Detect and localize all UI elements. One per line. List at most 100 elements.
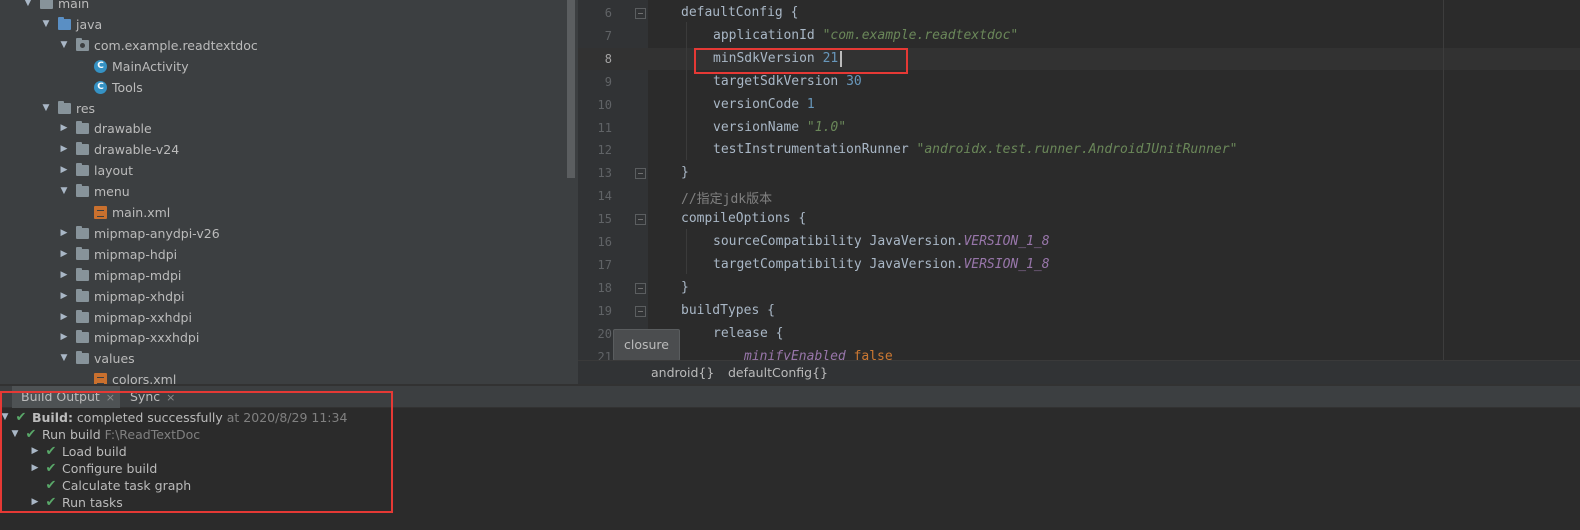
folder-res-icon: [58, 100, 71, 114]
code-line[interactable]: defaultConfig {: [681, 5, 798, 20]
tree-item[interactable]: ▶ mipmap-xxxhdpi: [58, 327, 199, 348]
folder-blue-icon: [58, 16, 71, 30]
tree-item-label: Tools: [112, 79, 143, 95]
tree-item[interactable]: colors.xml: [76, 369, 176, 384]
breadcrumb-android[interactable]: android{}: [651, 365, 714, 380]
package-icon: [76, 37, 89, 51]
tree-item-label: com.example.readtextdoc: [94, 37, 258, 53]
tree-item-label: mipmap-xhdpi: [94, 288, 185, 304]
project-tree-panel: ▼ main ▼ java ▼ com.example.readtextdoc C MainA…: [0, 0, 568, 384]
chevron-right-icon[interactable]: ▶: [58, 227, 70, 239]
fold-marker-icon[interactable]: [635, 305, 646, 317]
fold-marker-icon[interactable]: [635, 282, 646, 294]
tree-item-label: mipmap-xxxhdpi: [94, 330, 200, 346]
line-number: 9: [604, 74, 612, 89]
chevron-down-icon[interactable]: ▼: [58, 39, 70, 51]
code-line[interactable]: }: [681, 280, 689, 295]
code-token: sourceCompatibility JavaVersion.: [713, 234, 964, 249]
right-margin-guide: [1443, 0, 1444, 360]
line-number: 11: [597, 120, 612, 135]
chevron-right-icon[interactable]: ▶: [58, 248, 70, 260]
tree-item-label: java: [76, 16, 103, 32]
line-number: 13: [597, 166, 612, 181]
tree-item[interactable]: ▶ drawable-v24: [58, 139, 179, 160]
chevron-down-icon[interactable]: ▼: [40, 102, 52, 114]
folder-icon: [76, 288, 89, 302]
code-line[interactable]: }: [681, 165, 689, 180]
fold-marker-icon[interactable]: [635, 214, 646, 226]
chevron-down-icon[interactable]: ▼: [58, 353, 70, 365]
chevron-right-icon[interactable]: ▶: [58, 269, 70, 281]
closure-tooltip: closure: [613, 329, 680, 361]
tree-item[interactable]: main.xml: [76, 202, 170, 223]
chevron-right-icon[interactable]: ▶: [58, 290, 70, 302]
chevron-right-icon[interactable]: ▶: [58, 165, 70, 177]
code-line[interactable]: targetCompatibility JavaVersion.VERSION_…: [713, 257, 1050, 272]
code-line[interactable]: compileOptions {: [681, 211, 806, 226]
folder-icon: [76, 330, 89, 344]
tree-item-label: main: [58, 0, 90, 11]
code-line[interactable]: targetSdkVersion 30: [713, 74, 862, 89]
tree-item-label: values: [94, 351, 135, 367]
code-token: buildTypes {: [681, 302, 775, 318]
code-token: versionName: [713, 119, 807, 135]
code-line[interactable]: sourceCompatibility JavaVersion.VERSION_…: [713, 234, 1050, 249]
folder-icon: [76, 246, 89, 260]
line-number: 19: [597, 303, 612, 318]
code-line[interactable]: testInstrumentationRunner "androidx.test…: [713, 142, 1237, 157]
tree-item-label: menu: [94, 184, 130, 200]
tree-item[interactable]: ▼ main: [22, 0, 89, 14]
tree-item[interactable]: C Tools: [76, 77, 143, 98]
code-token: versionCode: [713, 96, 807, 112]
tree-item[interactable]: ▶ layout: [58, 160, 133, 181]
code-token: 1: [806, 96, 815, 112]
tree-scrollbar[interactable]: [567, 0, 575, 178]
code-line[interactable]: applicationId "com.example.readtextdoc": [713, 28, 1018, 43]
chevron-right-icon[interactable]: ▶: [58, 123, 70, 135]
tree-item-label: mipmap-xxhdpi: [94, 309, 192, 325]
chevron-right-icon[interactable]: ▶: [58, 311, 70, 323]
highlight-box-minsdk: [694, 48, 908, 74]
code-line[interactable]: //指定jdk版本: [681, 188, 772, 207]
code-token: 30: [846, 73, 862, 89]
tree-item[interactable]: ▼ res: [40, 98, 95, 119]
tree-item[interactable]: ▼ menu: [58, 181, 130, 202]
folder-icon: [76, 142, 89, 156]
fold-marker-icon[interactable]: [635, 8, 646, 19]
code-token: testInstrumentationRunner: [713, 142, 917, 158]
line-number: 18: [597, 280, 612, 295]
code-line[interactable]: versionName "1.0": [713, 120, 846, 135]
indent-guide: [686, 229, 687, 274]
chevron-down-icon[interactable]: ▼: [22, 0, 34, 10]
breadcrumb-defaultconfig[interactable]: defaultConfig{}: [728, 365, 828, 380]
class-icon: C: [94, 59, 107, 73]
code-token: "com.example.readtextdoc": [822, 27, 1019, 43]
chevron-right-icon[interactable]: ▶: [58, 144, 70, 156]
fold-marker-icon[interactable]: [635, 168, 646, 180]
code-token: defaultConfig {: [681, 5, 799, 20]
code-line[interactable]: buildTypes {: [681, 303, 775, 318]
code-line[interactable]: release {: [713, 326, 783, 341]
xml-file-icon: [94, 206, 107, 219]
tree-item[interactable]: ▶ mipmap-xhdpi: [58, 286, 185, 307]
tree-item[interactable]: ▼ values: [58, 348, 135, 369]
tree-item[interactable]: ▶ mipmap-xxhdpi: [58, 307, 192, 328]
line-number: 16: [597, 235, 612, 249]
code-token: VERSION_1_8: [963, 256, 1050, 272]
code-line[interactable]: versionCode 1: [713, 97, 815, 112]
tree-item[interactable]: ▶ mipmap-mdpi: [58, 265, 181, 286]
folder-icon: [76, 351, 89, 365]
line-number: 6: [604, 6, 612, 20]
code-token: applicationId: [713, 27, 823, 43]
tree-item[interactable]: ▶ mipmap-anydpi-v26: [58, 223, 220, 244]
tree-item[interactable]: ▼ com.example.readtextdoc: [58, 35, 258, 56]
line-number: 14: [597, 189, 612, 204]
tree-item[interactable]: ▶ mipmap-hdpi: [58, 244, 177, 265]
folder-icon: [76, 184, 89, 198]
tree-item[interactable]: ▶ drawable: [58, 118, 152, 139]
chevron-right-icon[interactable]: ▶: [58, 332, 70, 344]
chevron-down-icon[interactable]: ▼: [40, 18, 52, 30]
tree-item[interactable]: C MainActivity: [76, 56, 189, 77]
chevron-down-icon[interactable]: ▼: [58, 186, 70, 198]
tree-item[interactable]: ▼ java: [40, 14, 102, 35]
